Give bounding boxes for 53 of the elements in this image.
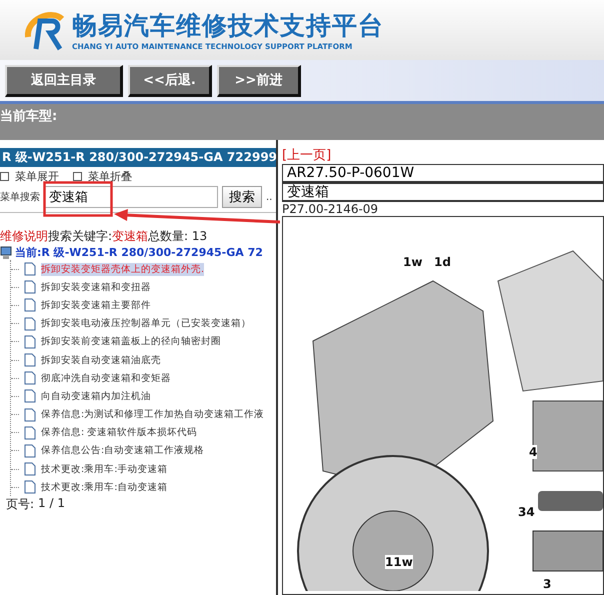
tree-item[interactable]: 保养信息: 变速箱软件版本损坏代码 bbox=[41, 426, 198, 440]
document-icon bbox=[24, 371, 36, 386]
document-code: AR27.50-P-0601W bbox=[282, 164, 604, 183]
nav-button[interactable]: >>前进 bbox=[217, 64, 301, 96]
search-label: 菜单搜索 bbox=[0, 190, 40, 204]
tree-item[interactable]: 拆卸安装前变速箱盖板上的径向轴密封圈 bbox=[41, 335, 221, 348]
document-icon bbox=[24, 480, 36, 494]
page-label: 页号: bbox=[6, 496, 34, 514]
figure-code: P27.00-2146-09 bbox=[282, 202, 380, 216]
panel-title: R 级-W251-R 280/300-272945-GA 722999 bbox=[0, 148, 276, 167]
figure-callout: 4 bbox=[529, 445, 538, 459]
document-icon bbox=[24, 408, 36, 422]
figure-callout: 1d bbox=[434, 255, 451, 269]
nav-button[interactable]: 返回主目录 bbox=[5, 64, 123, 96]
tree-item[interactable]: 技术更改:乘用车:手动变速箱 bbox=[41, 462, 168, 476]
search-field[interactable]: 变速箱 bbox=[44, 186, 218, 208]
document-icon bbox=[24, 389, 36, 404]
tree-item[interactable]: 保养信息公告:自动变速箱工作液规格 bbox=[41, 444, 204, 458]
document-icon bbox=[24, 462, 36, 476]
tree-item[interactable]: 向自动变速箱内加注机油 bbox=[41, 390, 151, 403]
tree-item[interactable]: 保养信息:为测试和修理工作加热自动变速箱工作液 bbox=[41, 408, 264, 422]
vehicle-label: 当前车型: bbox=[0, 104, 604, 140]
search-button[interactable]: 搜索 bbox=[222, 186, 262, 208]
nav-button[interactable]: <<后退. bbox=[128, 64, 212, 96]
menu-toggle[interactable]: 菜单折叠 bbox=[73, 169, 132, 184]
document-icon bbox=[24, 353, 36, 368]
tree-item[interactable]: 拆卸安装自动变速箱油底壳 bbox=[41, 354, 161, 367]
tree-item[interactable]: 技术更改:乘用车:自动变速箱 bbox=[41, 480, 168, 494]
previous-page-link[interactable]: [上一页] bbox=[282, 146, 332, 164]
figure-callout: 3 bbox=[543, 577, 552, 591]
figure-callout: 11w bbox=[385, 555, 413, 569]
figure-callout: 1w bbox=[403, 255, 422, 269]
document-icon bbox=[24, 316, 36, 331]
page-number: 1 / 1 bbox=[38, 496, 65, 512]
figure-callout: 34 bbox=[518, 505, 535, 519]
document-icon bbox=[24, 426, 36, 440]
tree-root[interactable]: 当前:R 级-W251-R 280/300-272945-GA 72 bbox=[15, 245, 263, 260]
document-icon bbox=[24, 444, 36, 458]
document-title: 变速箱 bbox=[282, 183, 604, 202]
search-result-summary: 维修说明搜索关键字:变速箱总数量: 13 bbox=[0, 228, 208, 245]
tree-item[interactable]: 彻底冲洗自动变速箱和变矩器 bbox=[41, 372, 171, 385]
site-title: 畅易汽车维修技术支持平台 bbox=[72, 10, 384, 42]
highlight-frame bbox=[43, 181, 113, 217]
menu-toggle[interactable]: 菜单展开 bbox=[0, 169, 59, 184]
computer-icon bbox=[0, 246, 12, 260]
tree-item[interactable]: 拆卸安装变速箱主要部件 bbox=[41, 298, 151, 312]
more-text: .. bbox=[266, 192, 272, 202]
document-icon bbox=[24, 298, 36, 312]
tree-item[interactable]: 拆卸安装电动液压控制器单元（已安装变速箱） bbox=[41, 317, 251, 330]
tree-item[interactable]: 拆卸安装变速箱和变扭器 bbox=[41, 280, 151, 294]
document-icon bbox=[24, 280, 36, 294]
document-icon bbox=[24, 262, 36, 276]
document-icon bbox=[24, 334, 36, 349]
